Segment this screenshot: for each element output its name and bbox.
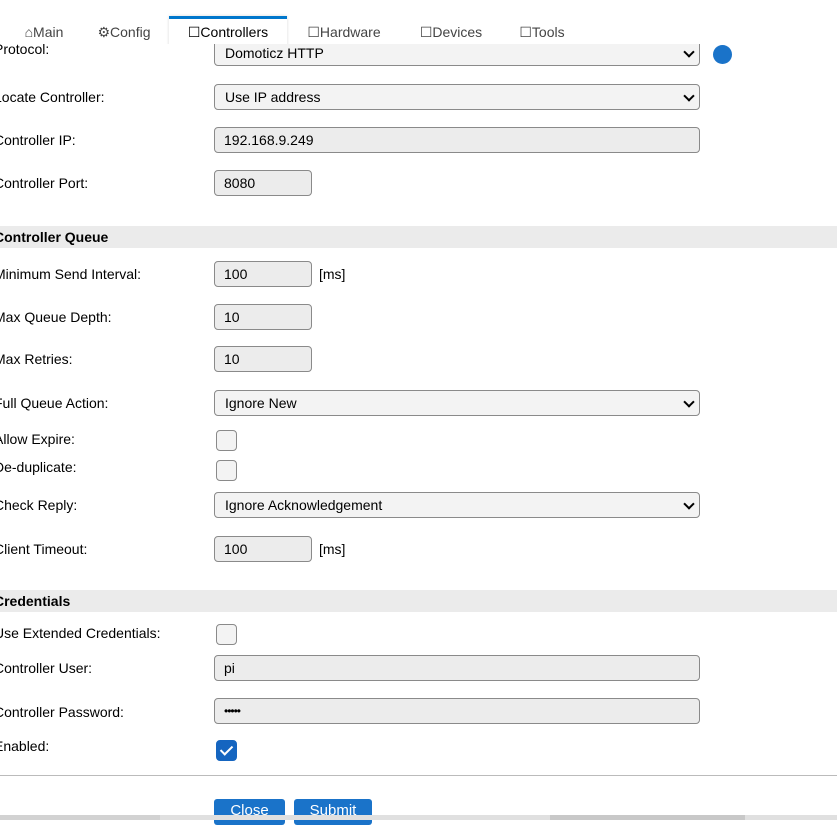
min-send-interval-unit: [ms] [319,266,346,282]
controller-port-input[interactable]: 8080 [214,170,312,196]
section-credentials: Credentials [0,590,837,612]
chevron-down-icon [683,498,695,510]
controller-port-label: Controller Port: [0,175,89,191]
submit-button[interactable]: Submit [294,799,372,825]
use-extended-credentials-label: Use Extended Credentials: [0,625,161,641]
controller-password-label: Controller Password: [0,704,124,720]
max-queue-depth-label: Max Queue Depth: [0,309,112,325]
controller-password-input[interactable]: ••••• [214,698,700,724]
section-controller-queue: Controller Queue [0,226,837,248]
top-bar: ⌂Main ⚙Config ☐Controllers ☐Hardware ☐De… [0,0,837,44]
max-retries-input[interactable]: 10 [214,346,312,372]
tab-main[interactable]: ⌂Main [8,17,80,44]
de-duplicate-checkbox[interactable] [216,460,237,481]
chevron-down-icon [683,90,695,102]
locate-controller-value: Use IP address [225,89,321,105]
full-queue-action-label: Full Queue Action: [0,395,109,411]
max-queue-depth-input[interactable]: 10 [214,304,312,330]
controller-ip-label: Controller IP: [0,132,76,148]
full-queue-action-value: Ignore New [225,395,297,411]
check-reply-value: Ignore Acknowledgement [225,497,383,513]
locate-controller-label: Locate Controller: [0,89,105,105]
section-title: Controller Queue [0,229,109,245]
allow-expire-label: Allow Expire: [0,431,75,447]
section-title: Credentials [0,593,71,609]
min-send-interval-input[interactable]: 100 [214,261,312,287]
chevron-down-icon [683,46,695,58]
client-timeout-input[interactable]: 100 [214,536,312,562]
close-button[interactable]: Close [214,799,285,825]
client-timeout-label: Client Timeout: [0,541,88,557]
footer-divider [0,775,837,776]
chevron-down-icon [683,396,695,408]
tab-devices[interactable]: ☐Devices [405,17,497,44]
de-duplicate-label: De-duplicate: [0,459,77,475]
min-send-interval-label: Minimum Send Interval: [0,266,142,282]
locate-controller-select[interactable]: Use IP address [214,84,700,110]
client-timeout-unit: [ms] [319,541,346,557]
full-queue-action-select[interactable]: Ignore New [214,390,700,416]
bottom-strip [0,815,837,820]
tab-tools[interactable]: ☐Tools [507,17,577,44]
controller-ip-input[interactable]: 192.168.9.249 [214,127,700,153]
tab-config[interactable]: ⚙Config [86,17,162,44]
use-extended-credentials-checkbox[interactable] [216,624,237,645]
check-reply-select[interactable]: Ignore Acknowledgement [214,492,700,518]
bottom-strip-segment [550,815,745,820]
controller-user-input[interactable]: pi [214,655,700,681]
enabled-label: Enabled: [0,738,50,754]
controller-user-label: Controller User: [0,660,93,676]
enabled-checkbox[interactable] [216,740,237,761]
bottom-strip-segment [0,815,160,820]
tab-controllers[interactable]: ☐Controllers [169,16,287,44]
protocol-select-value: Domoticz HTTP [225,45,324,61]
help-icon[interactable] [713,45,732,64]
max-retries-label: Max Retries: [0,351,73,367]
allow-expire-checkbox[interactable] [216,430,237,451]
tab-hardware[interactable]: ☐Hardware [293,17,395,44]
check-reply-label: Check Reply: [0,497,78,513]
